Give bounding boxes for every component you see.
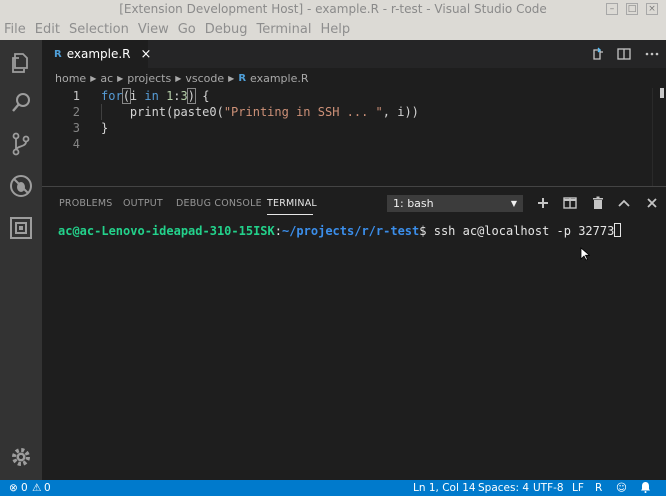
indentation[interactable]: Spaces: 4 bbox=[478, 480, 529, 496]
gear-icon[interactable] bbox=[7, 443, 35, 471]
terminal-select[interactable]: 1: bash ▼ bbox=[387, 195, 523, 212]
code-text: for(i in 1:3) { bbox=[101, 88, 210, 104]
tab-example-r[interactable]: R example.R × bbox=[42, 40, 151, 68]
cursor-marker bbox=[660, 88, 664, 98]
menu-edit[interactable]: Edit bbox=[35, 22, 60, 37]
code-line[interactable]: 3 } bbox=[42, 120, 652, 136]
line-number: 2 bbox=[72, 105, 80, 119]
tab-label: example.R bbox=[66, 47, 131, 61]
code-text: } bbox=[101, 121, 109, 135]
window-titlebar: [Extension Development Host] - example.R… bbox=[0, 0, 666, 18]
tab-output[interactable]: OUTPUT bbox=[123, 198, 163, 209]
minimize-icon[interactable]: – bbox=[606, 3, 618, 15]
activity-bar bbox=[0, 40, 42, 480]
close-icon[interactable]: × bbox=[141, 47, 152, 62]
menu-terminal[interactable]: Terminal bbox=[257, 22, 312, 37]
code-line[interactable]: 4 bbox=[42, 136, 652, 152]
tab-debug-console[interactable]: DEBUG CONSOLE bbox=[176, 198, 262, 209]
terminal-user-host: ac@ac-Lenovo-ideapad-310-15ISK bbox=[58, 224, 275, 238]
menu-file[interactable]: File bbox=[4, 22, 26, 37]
menu-selection[interactable]: Selection bbox=[69, 22, 129, 37]
menu-bar: File Edit Selection View Go Debug Termin… bbox=[0, 18, 666, 40]
chevron-right-icon: ▶ bbox=[117, 73, 124, 83]
line-number: 4 bbox=[72, 137, 80, 151]
encoding[interactable]: UTF-8 bbox=[533, 480, 564, 496]
active-tab-indicator bbox=[267, 214, 313, 215]
chevron-up-icon[interactable] bbox=[617, 196, 631, 210]
code-line[interactable]: 1 for(i in 1:3) { bbox=[42, 88, 652, 104]
chevron-down-icon: ▼ bbox=[510, 199, 517, 208]
more-actions-icon[interactable] bbox=[645, 47, 659, 61]
breadcrumb-item-vscode[interactable]: vscode bbox=[185, 72, 224, 85]
close-panel-icon[interactable] bbox=[645, 196, 659, 210]
r-file-icon: R bbox=[54, 48, 62, 60]
close-window-icon[interactable]: × bbox=[646, 3, 658, 15]
panel-tab-bar: PROBLEMS OUTPUT DEBUG CONSOLE TERMINAL 1… bbox=[42, 187, 666, 221]
bell-icon[interactable] bbox=[640, 480, 651, 496]
bottom-panel: PROBLEMS OUTPUT DEBUG CONSOLE TERMINAL 1… bbox=[42, 186, 666, 480]
language-mode[interactable]: R bbox=[595, 480, 602, 496]
window-title: [Extension Development Host] - example.R… bbox=[119, 2, 547, 16]
menu-go[interactable]: Go bbox=[178, 22, 196, 37]
tab-terminal[interactable]: TERMINAL bbox=[267, 198, 317, 209]
editor-tab-bar: R example.R × bbox=[42, 40, 666, 68]
code-text: print(paste0("Printing in SSH ... ", i)) bbox=[101, 105, 419, 119]
warning-count[interactable]: 0 bbox=[44, 480, 51, 496]
new-terminal-icon[interactable] bbox=[536, 196, 550, 210]
chevron-right-icon: ▶ bbox=[228, 73, 235, 83]
files-icon[interactable] bbox=[7, 48, 35, 76]
error-count[interactable]: 0 bbox=[21, 480, 28, 496]
breadcrumb-item-ac[interactable]: ac bbox=[100, 72, 113, 85]
warning-icon[interactable]: ⚠ bbox=[32, 480, 41, 496]
menu-help[interactable]: Help bbox=[320, 22, 350, 37]
split-terminal-icon[interactable] bbox=[563, 196, 577, 210]
breadcrumb-item-projects[interactable]: projects bbox=[127, 72, 171, 85]
mouse-pointer-icon bbox=[580, 247, 591, 264]
r-file-icon: R bbox=[238, 72, 247, 84]
remote-explorer-icon[interactable] bbox=[7, 214, 35, 242]
status-bar: ⊗ 0 ⚠ 0 Ln 1, Col 14 Spaces: 4 UTF-8 LF … bbox=[0, 480, 666, 496]
open-changes-icon[interactable] bbox=[591, 47, 605, 61]
terminal-select-value: 1: bash bbox=[393, 197, 434, 210]
terminal-separator: : bbox=[274, 224, 282, 238]
code-line[interactable]: 2 print(paste0("Printing in SSH ... ", i… bbox=[42, 104, 652, 120]
menu-debug[interactable]: Debug bbox=[205, 22, 248, 37]
feedback-smiley-icon[interactable]: ☺ bbox=[616, 480, 627, 496]
breadcrumb: home ▶ ac ▶ projects ▶ vscode ▶ R exampl… bbox=[42, 68, 666, 88]
line-number: 3 bbox=[72, 121, 80, 135]
menu-view[interactable]: View bbox=[138, 22, 169, 37]
terminal-command: ssh ac@localhost -p 32773 bbox=[433, 224, 615, 238]
cursor-position[interactable]: Ln 1, Col 14 bbox=[413, 480, 476, 496]
split-editor-icon[interactable] bbox=[617, 47, 631, 61]
errors-icon[interactable]: ⊗ bbox=[9, 480, 18, 496]
end-of-line[interactable]: LF bbox=[572, 480, 584, 496]
terminal-path: ~/projects/r/r-test bbox=[281, 224, 420, 238]
code-editor[interactable]: 1 for(i in 1:3) { 2 print(paste0("Printi… bbox=[42, 88, 666, 186]
overview-ruler[interactable] bbox=[652, 88, 666, 186]
search-icon[interactable] bbox=[7, 89, 35, 117]
trash-icon[interactable] bbox=[591, 196, 605, 210]
maximize-icon[interactable]: □ bbox=[626, 3, 638, 15]
chevron-right-icon: ▶ bbox=[175, 73, 182, 83]
breadcrumb-item-home[interactable]: home bbox=[55, 72, 86, 85]
line-number: 1 bbox=[72, 89, 80, 103]
terminal-prompt: $ bbox=[419, 224, 434, 238]
source-control-icon[interactable] bbox=[7, 130, 35, 158]
extensions-icon[interactable] bbox=[7, 172, 35, 200]
terminal-cursor bbox=[614, 223, 622, 237]
terminal-output[interactable]: ac@ac-Lenovo-ideapad-310-15ISK:~/project… bbox=[58, 223, 658, 473]
tab-problems[interactable]: PROBLEMS bbox=[59, 198, 112, 209]
breadcrumb-item-file[interactable]: example.R bbox=[250, 72, 309, 85]
chevron-right-icon: ▶ bbox=[90, 73, 97, 83]
